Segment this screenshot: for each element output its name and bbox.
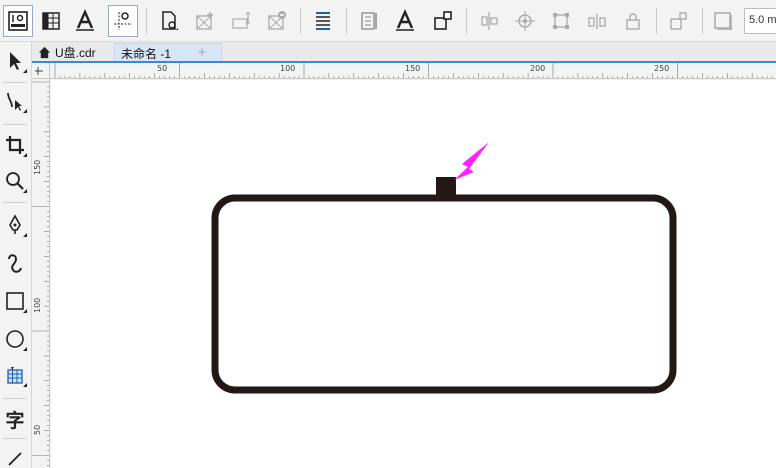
freehand-tool[interactable] [0, 208, 30, 242]
toolbar-separator [300, 8, 301, 34]
line-icon [8, 452, 22, 466]
toolbar-separator [346, 8, 347, 34]
frame-icon[interactable] [708, 5, 738, 37]
text-tool-label: 字 [5, 409, 25, 432]
ruler-label: 150 [33, 159, 42, 175]
text-properties-icon[interactable] [70, 5, 100, 37]
lock-icon[interactable] [618, 5, 648, 37]
page-layout-icon[interactable] [354, 5, 384, 37]
toolbar-separator [702, 8, 703, 34]
insert-field-icon[interactable] [226, 5, 256, 37]
ruler-label: 50 [33, 424, 42, 435]
home-icon [38, 46, 51, 59]
ruler-label: 200 [530, 64, 546, 73]
pick-tool[interactable] [0, 44, 30, 78]
ruler-label: 100 [33, 297, 42, 313]
toolbar-separator [466, 8, 467, 34]
options-icon[interactable] [3, 5, 33, 37]
zoom-tool[interactable] [0, 164, 30, 198]
canvas-drawing [211, 142, 677, 394]
add-frame-icon[interactable] [190, 5, 220, 37]
target-icon[interactable] [510, 5, 540, 37]
rectangle-tool[interactable] [0, 284, 30, 318]
small-square-shape[interactable] [436, 177, 456, 197]
app-window: 5.0 m 字 U盘.cdr 未命名 -1 + 50 100 150 200 2… [0, 0, 776, 468]
tab-u-disk-file[interactable]: U盘.cdr [34, 43, 114, 62]
add-tab-button[interactable]: + [192, 43, 212, 62]
transform-icon[interactable] [546, 5, 576, 37]
drawing-canvas[interactable] [51, 80, 776, 468]
crop-tool[interactable] [0, 128, 30, 162]
text-tool[interactable]: 字 [0, 402, 30, 436]
ellipse-tool[interactable] [0, 322, 30, 356]
text-outline-icon[interactable] [390, 5, 420, 37]
dimension-tool[interactable] [0, 440, 30, 468]
polygon-tool[interactable] [0, 358, 30, 392]
ruler-label: 250 [654, 64, 670, 73]
document-tabs: U盘.cdr 未命名 -1 + [32, 42, 776, 62]
rounded-rectangle-shape[interactable] [211, 194, 677, 394]
align-center-icon[interactable] [474, 5, 504, 37]
tab-label: 未命名 -1 [121, 46, 172, 61]
ruler-label: 100 [280, 64, 296, 73]
back-front-icon[interactable] [664, 5, 694, 37]
toolbar-separator [656, 8, 657, 34]
pink-arrow-annotation [454, 142, 489, 180]
vertical-ruler[interactable]: 150 100 50 [32, 79, 50, 468]
grid-icon[interactable] [36, 5, 66, 37]
curve-icon [8, 254, 22, 273]
distribute-icon[interactable] [582, 5, 612, 37]
align-icon[interactable] [308, 5, 338, 37]
ruler-origin-icon [35, 67, 43, 75]
artistic-media-tool[interactable] [0, 246, 30, 280]
tab-label: U盘.cdr [55, 46, 96, 60]
toolbar-separator [146, 8, 147, 34]
property-toolbar: 5.0 m [0, 0, 776, 42]
ruler-label: 150 [405, 64, 421, 73]
horizontal-ruler[interactable]: 50 100 150 200 250 [50, 63, 776, 79]
ruler-origin[interactable] [32, 63, 50, 79]
vertical-ruler-ticks [32, 81, 49, 466]
ruler-label: 50 [157, 64, 168, 73]
snap-guides-icon[interactable] [108, 5, 138, 37]
remove-icon[interactable] [262, 5, 292, 37]
layer-order-icon[interactable] [428, 5, 458, 37]
outline-width-field[interactable]: 5.0 m [744, 8, 776, 34]
object-manager-icon[interactable] [154, 5, 184, 37]
shape-tool[interactable] [0, 84, 30, 118]
toolbox: 字 [0, 42, 32, 468]
